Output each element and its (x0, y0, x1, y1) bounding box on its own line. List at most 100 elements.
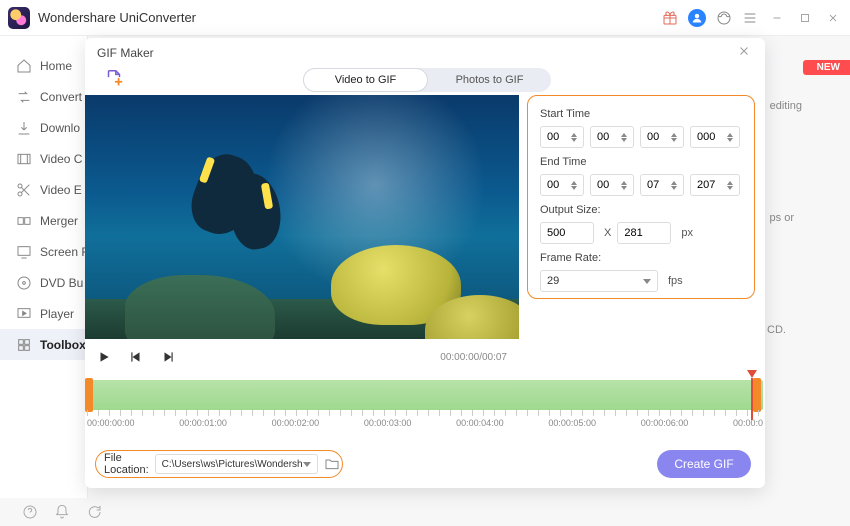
sidebar-item-label: Video E (40, 183, 82, 197)
start-ms-input[interactable] (691, 127, 725, 147)
trim-handle-end[interactable] (753, 378, 761, 412)
end-ms-spinner[interactable] (690, 174, 740, 196)
bell-icon[interactable] (54, 504, 70, 520)
end-minutes-spinner[interactable] (590, 174, 634, 196)
modal-close-button[interactable] (737, 44, 757, 64)
background-text: ps or (770, 212, 794, 224)
timeline-track[interactable] (87, 380, 763, 410)
tick-label: 00:00:01:00 (179, 418, 227, 428)
sidebar-item-label: DVD Bu (40, 276, 83, 290)
start-time-label: Start Time (540, 108, 742, 120)
support-icon[interactable] (716, 10, 732, 26)
screen-icon (16, 244, 32, 260)
sidebar-item-label: Home (40, 59, 72, 73)
end-minutes-input[interactable] (591, 175, 619, 195)
tick-label: 00:00:02:00 (272, 418, 320, 428)
start-seconds-spinner[interactable] (640, 126, 684, 148)
gift-icon[interactable] (662, 10, 678, 26)
window-minimize[interactable] (768, 9, 786, 27)
frame-rate-dropdown[interactable]: 29 (540, 270, 658, 292)
sidebar-item-label: Toolbox (40, 338, 86, 352)
sidebar-item-label: Screen F (40, 245, 89, 259)
open-folder-button[interactable] (324, 456, 340, 472)
create-gif-button[interactable]: Create GIF (657, 450, 751, 478)
end-ms-input[interactable] (691, 175, 725, 195)
tick-label: 00:00:00:00 (87, 418, 135, 428)
start-hours-input[interactable] (541, 127, 569, 147)
end-time-label: End Time (540, 156, 742, 168)
tab-video-to-gif[interactable]: Video to GIF (303, 68, 428, 92)
account-avatar[interactable] (688, 9, 706, 27)
sidebar-item-label: Merger (40, 214, 78, 228)
frame-rate-row: 29 fps (540, 270, 742, 292)
time-readout: 00:00:00/00:07 (440, 352, 507, 363)
convert-icon (16, 89, 32, 105)
sidebar-item-merger[interactable]: Merger (0, 205, 87, 236)
sidebar-item-player[interactable]: Player (0, 298, 87, 329)
file-location-path: C:\Users\ws\Pictures\Wondersh (162, 459, 303, 470)
hamburger-menu-icon[interactable] (742, 10, 758, 26)
start-ms-spinner[interactable] (690, 126, 740, 148)
start-minutes-input[interactable] (591, 127, 619, 147)
sidebar-item-screen-recorder[interactable]: Screen F (0, 236, 87, 267)
size-separator: X (604, 227, 611, 239)
end-hours-spinner[interactable] (540, 174, 584, 196)
frame-rate-value: 29 (547, 275, 559, 287)
end-seconds-input[interactable] (641, 175, 669, 195)
file-location-dropdown[interactable]: C:\Users\ws\Pictures\Wondersh (155, 454, 318, 474)
toolbox-icon (16, 337, 32, 353)
new-badge: NEW (803, 60, 850, 75)
titlebar: Wondershare UniConverter (0, 0, 850, 36)
tick-label: 00:00:06:00 (641, 418, 689, 428)
scissors-icon (16, 182, 32, 198)
sidebar-item-label: Player (40, 307, 74, 321)
chevron-down-icon (643, 279, 651, 284)
start-seconds-input[interactable] (641, 127, 669, 147)
tick-label: 00:00:04:00 (456, 418, 504, 428)
window-close[interactable] (824, 9, 842, 27)
play-button[interactable] (97, 350, 111, 364)
compress-icon (16, 151, 32, 167)
window-maximize[interactable] (796, 9, 814, 27)
video-preview[interactable] (85, 95, 519, 339)
sidebar: Home Convert Downlo Video C Video E Merg… (0, 36, 88, 498)
trim-handle-start[interactable] (85, 378, 93, 412)
sidebar-item-label: Downlo (40, 121, 80, 135)
titlebar-actions (662, 9, 842, 27)
tab-label: Photos to GIF (456, 74, 524, 86)
sidebar-item-home[interactable]: Home (0, 50, 87, 81)
sidebar-item-download[interactable]: Downlo (0, 112, 87, 143)
sidebar-item-toolbox[interactable]: Toolbox (0, 329, 87, 360)
playback-controls: 00:00:00/00:07 (85, 343, 519, 371)
size-unit: px (681, 227, 693, 239)
add-file-button[interactable] (103, 68, 125, 90)
tab-photos-to-gif[interactable]: Photos to GIF (428, 68, 551, 92)
output-height-input[interactable] (617, 222, 671, 244)
background-text: CD. (767, 324, 786, 336)
end-time-row (540, 174, 742, 196)
playhead[interactable] (747, 370, 757, 378)
start-minutes-spinner[interactable] (590, 126, 634, 148)
sidebar-item-video-compressor[interactable]: Video C (0, 143, 87, 174)
help-icon[interactable] (22, 504, 38, 520)
app-logo (8, 7, 30, 29)
timeline: 00:00:00:00 00:00:01:00 00:00:02:00 00:0… (85, 378, 765, 430)
sidebar-item-dvd-burner[interactable]: DVD Bu (0, 267, 87, 298)
feedback-icon[interactable] (86, 504, 102, 520)
output-width-input[interactable] (540, 222, 594, 244)
timeline-ticks (87, 410, 763, 416)
start-hours-spinner[interactable] (540, 126, 584, 148)
prev-frame-button[interactable] (129, 350, 143, 364)
modal-title: GIF Maker (97, 46, 154, 60)
next-frame-button[interactable] (161, 350, 175, 364)
tab-label: Video to GIF (335, 74, 397, 86)
play-icon (16, 306, 32, 322)
end-seconds-spinner[interactable] (640, 174, 684, 196)
sidebar-item-convert[interactable]: Convert (0, 81, 87, 112)
output-size-label: Output Size: (540, 204, 742, 216)
home-icon (16, 58, 32, 74)
disc-icon (16, 275, 32, 291)
end-hours-input[interactable] (541, 175, 569, 195)
background-text: editing (770, 100, 802, 112)
sidebar-item-video-editor[interactable]: Video E (0, 174, 87, 205)
